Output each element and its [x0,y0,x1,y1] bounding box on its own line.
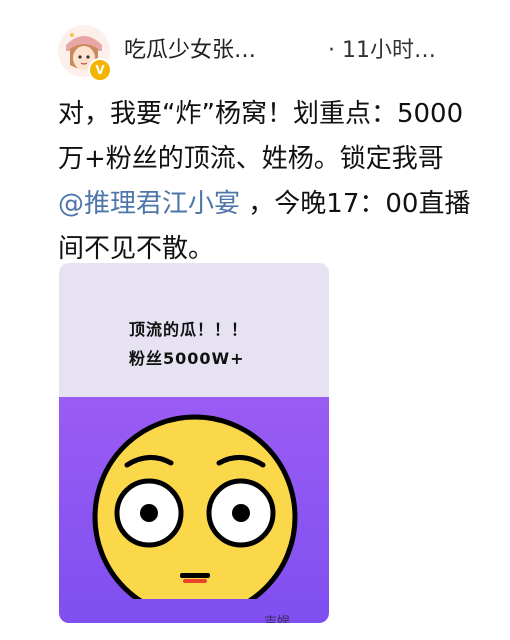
image-top-panel: 顶流的瓜！！！ 粉丝5000W+ [59,263,329,397]
image-caption-line2: 粉丝5000W+ [129,349,245,368]
post-image[interactable]: 顶流的瓜！！！ 粉丝5000W+ 吉娱 [59,263,329,623]
username[interactable]: 吃瓜少女张… [124,32,256,64]
mention-link[interactable]: @推理君江小宴 [58,189,240,219]
post-text-part1: 对，我要“炸”杨窝！划重点：5000万+粉丝的顶流、姓杨。锁定我哥 [58,99,464,174]
post-header: V 吃瓜少女张… · 11小时… [58,22,490,82]
verified-badge-icon: V [88,58,112,82]
post-body: 对，我要“炸”杨窝！划重点：5000万+粉丝的顶流、姓杨。锁定我哥 @推理君江小… [58,92,478,272]
flushed-face-emoji [92,414,298,599]
post-timestamp: · 11小时… [328,38,436,63]
image-watermark: 吉娱 [264,615,291,623]
image-caption-line1: 顶流的瓜！！！ [129,320,249,339]
